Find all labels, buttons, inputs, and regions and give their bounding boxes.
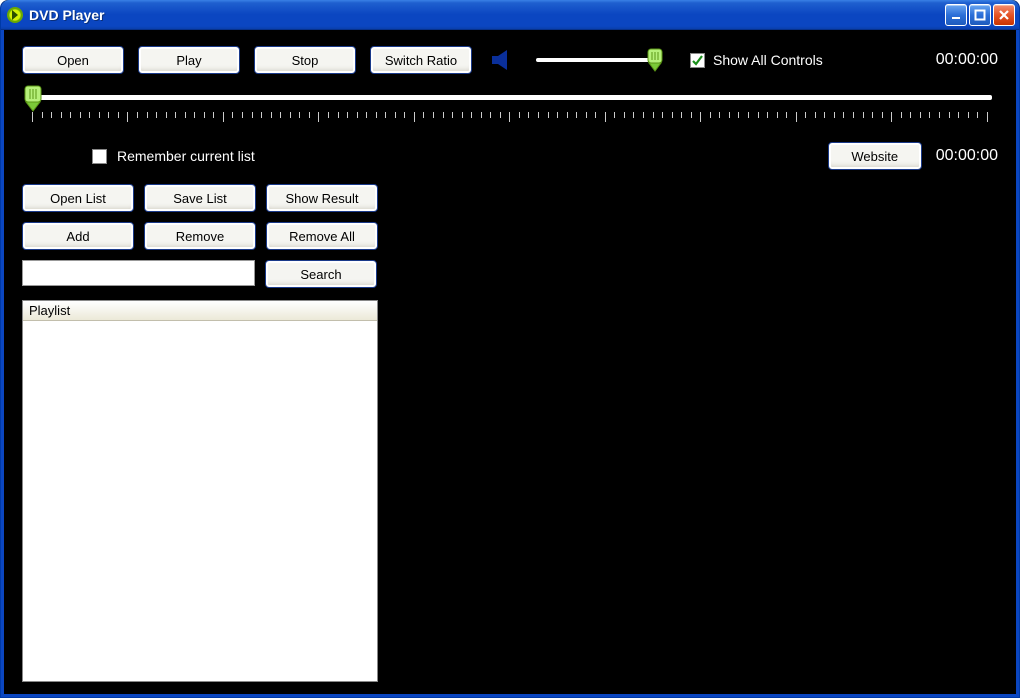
remember-checkbox[interactable] bbox=[92, 149, 107, 164]
website-button[interactable]: Website bbox=[828, 142, 922, 170]
close-icon bbox=[998, 9, 1010, 21]
window-controls bbox=[945, 4, 1015, 26]
app-icon bbox=[7, 7, 23, 23]
seek-slider[interactable] bbox=[22, 88, 998, 110]
show-result-button[interactable]: Show Result bbox=[266, 184, 378, 212]
close-button[interactable] bbox=[993, 4, 1015, 26]
minimize-icon bbox=[950, 9, 962, 21]
save-list-button[interactable]: Save List bbox=[144, 184, 256, 212]
playlist-header[interactable]: Playlist bbox=[23, 301, 377, 321]
seek-area bbox=[22, 88, 998, 124]
playlist-panel[interactable]: Playlist bbox=[22, 300, 378, 682]
check-icon bbox=[691, 54, 704, 67]
playlist-body[interactable] bbox=[23, 321, 377, 681]
window-title: DVD Player bbox=[29, 7, 945, 23]
remove-button[interactable]: Remove bbox=[144, 222, 256, 250]
maximize-button[interactable] bbox=[969, 4, 991, 26]
list-toolbar: Open List Save List Show Result Add Remo… bbox=[22, 184, 998, 250]
play-button[interactable]: Play bbox=[138, 46, 240, 74]
main-time: 00:00:00 bbox=[936, 51, 998, 69]
volume-icon bbox=[490, 49, 516, 71]
search-row: Search bbox=[22, 260, 998, 288]
main-toolbar: Open Play Stop Switch Ratio bbox=[22, 46, 998, 74]
search-button[interactable]: Search bbox=[265, 260, 377, 288]
seek-thumb-icon[interactable] bbox=[22, 84, 44, 112]
stop-button[interactable]: Stop bbox=[254, 46, 356, 74]
app-window: DVD Player Open Play Stop Switch Ratio bbox=[0, 0, 1020, 698]
show-all-label: Show All Controls bbox=[713, 52, 823, 68]
mid-row: Remember current list Website 00:00:00 bbox=[22, 142, 998, 170]
add-button[interactable]: Add bbox=[22, 222, 134, 250]
remember-group: Remember current list bbox=[92, 148, 255, 164]
titlebar[interactable]: DVD Player bbox=[1, 0, 1019, 30]
open-list-button[interactable]: Open List bbox=[22, 184, 134, 212]
secondary-time: 00:00:00 bbox=[936, 147, 998, 165]
remove-all-button[interactable]: Remove All bbox=[266, 222, 378, 250]
volume-thumb-icon[interactable] bbox=[646, 48, 664, 72]
volume-track bbox=[536, 58, 662, 62]
show-all-group: Show All Controls bbox=[690, 52, 823, 68]
mid-right: Website 00:00:00 bbox=[828, 142, 998, 170]
volume-slider[interactable] bbox=[536, 53, 662, 67]
minimize-button[interactable] bbox=[945, 4, 967, 26]
switch-ratio-button[interactable]: Switch Ratio bbox=[370, 46, 472, 74]
search-input[interactable] bbox=[22, 260, 255, 286]
remember-label: Remember current list bbox=[117, 148, 255, 164]
show-all-checkbox[interactable] bbox=[690, 53, 705, 68]
seek-ticks bbox=[32, 112, 988, 124]
client-area: Open Play Stop Switch Ratio bbox=[1, 30, 1019, 697]
open-button[interactable]: Open bbox=[22, 46, 124, 74]
maximize-icon bbox=[974, 9, 986, 21]
seek-track bbox=[32, 95, 992, 100]
